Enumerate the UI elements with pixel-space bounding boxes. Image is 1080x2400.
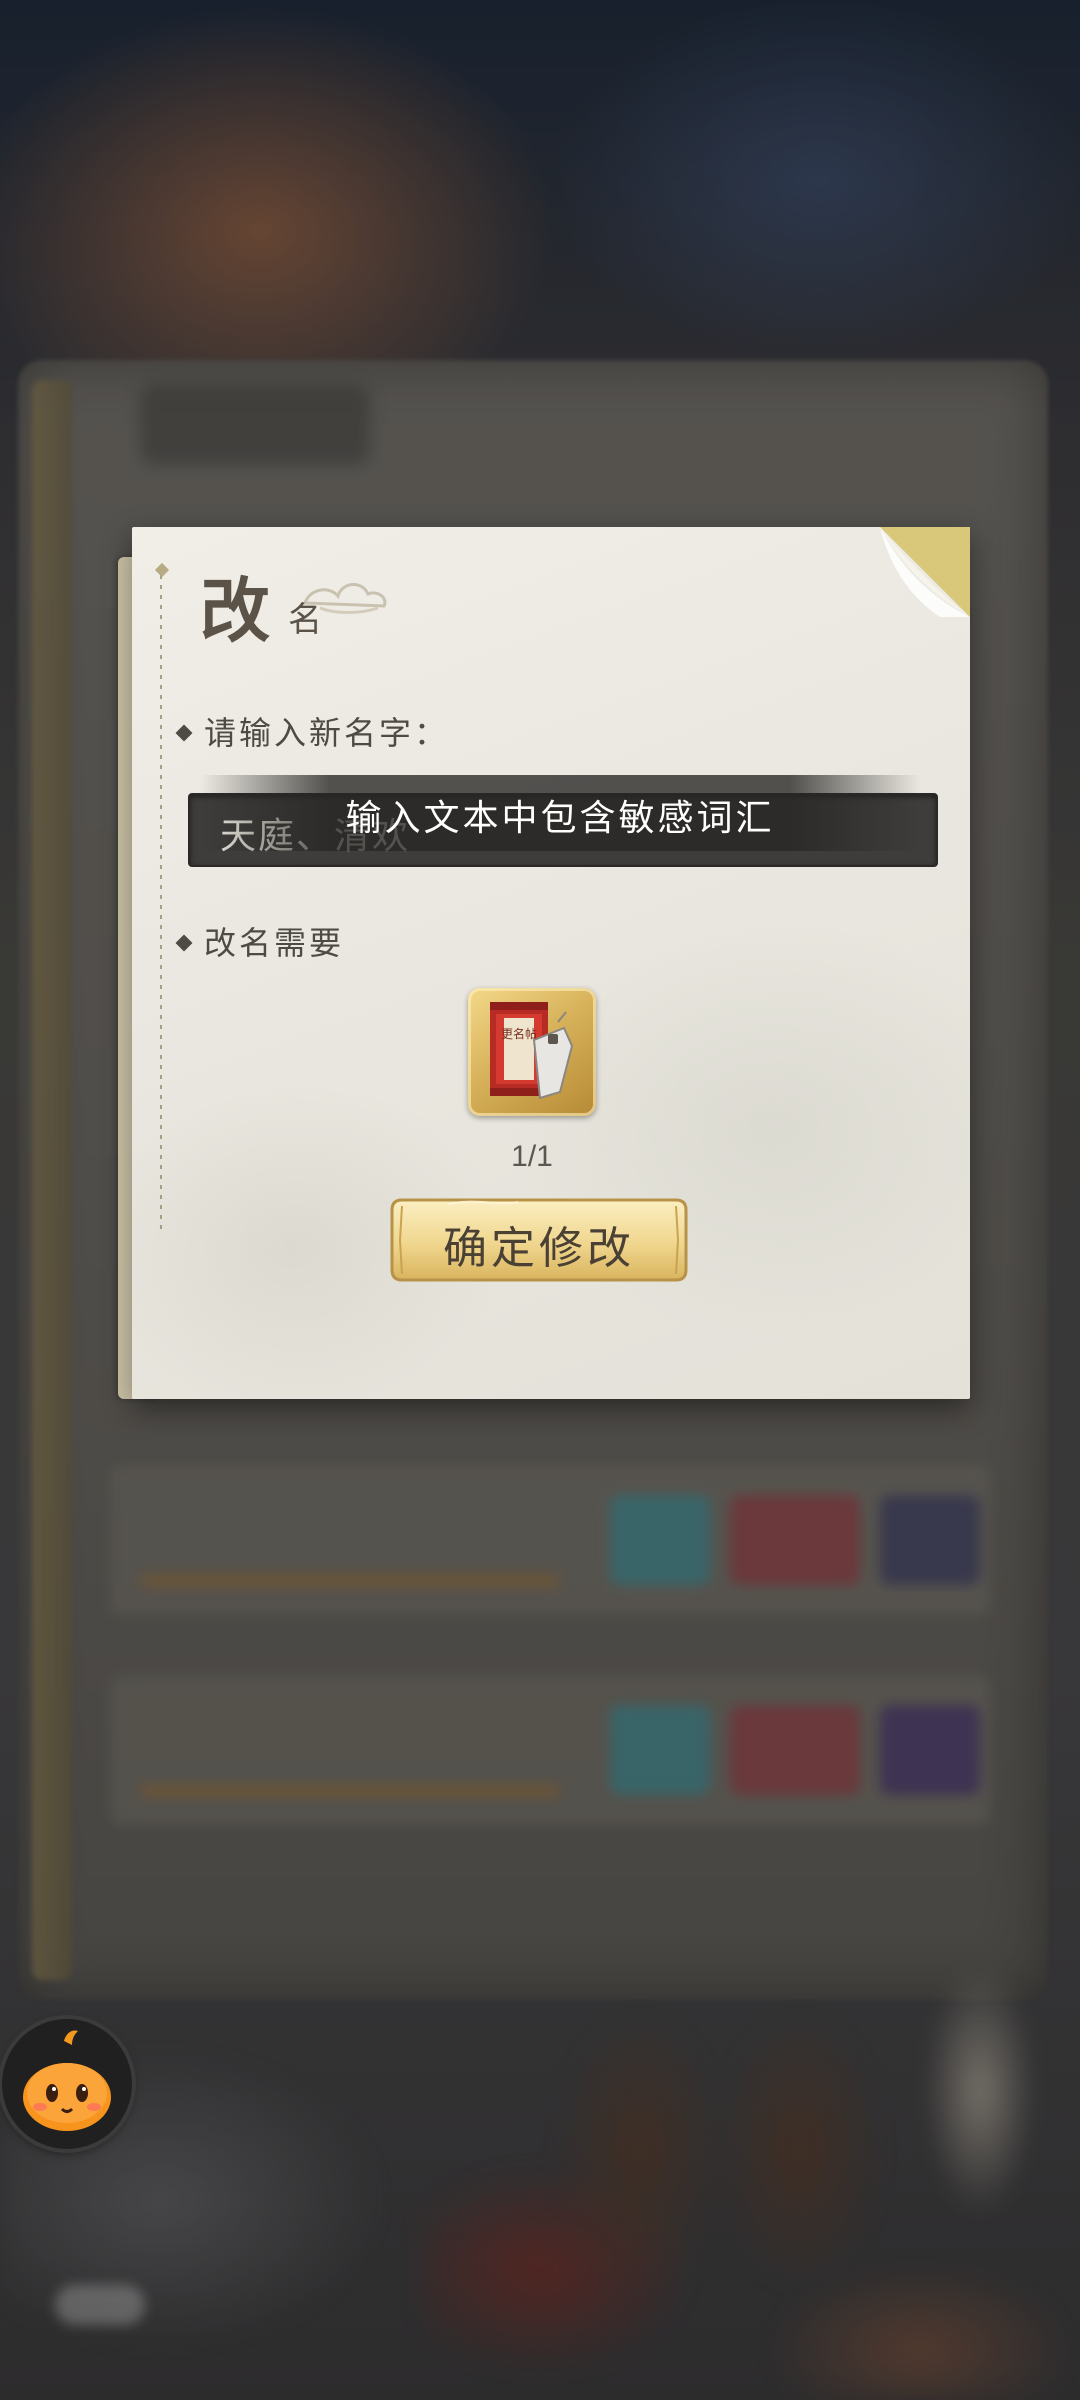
item-count: 1/1 (511, 1140, 553, 1173)
floating-assistant-button[interactable] (2, 2019, 132, 2149)
rename-card-slot[interactable]: 更名帖 (468, 988, 596, 1116)
dialog-title-suffix: 名 (288, 600, 322, 640)
confirm-button-label: 确定修改 (443, 1223, 635, 1274)
pumpkin-mascot-icon (23, 2030, 111, 2131)
dialog-title: 改 (200, 569, 272, 652)
requirement-label: 改名需要 (175, 918, 345, 964)
card-text: 更名帖 (501, 1026, 537, 1041)
bullet-diamond-icon (175, 934, 193, 951)
rename-card-icon: 更名帖 (490, 1002, 574, 1100)
requirement-label-text: 改名需要 (204, 924, 345, 962)
bullet-diamond-icon (175, 724, 193, 741)
dialog-binding-line (160, 565, 162, 1235)
background-blur-spot (55, 2285, 145, 2325)
toast-message: 输入文本中包含敏感词汇 (345, 798, 775, 839)
page-corner-fold-icon (880, 527, 970, 617)
confirm-rename-button[interactable]: 确定修改 (388, 1192, 690, 1288)
sensitive-word-toast: 输入文本中包含敏感词汇 (200, 775, 920, 851)
input-label: 请输入新名字： (175, 708, 450, 754)
input-label-text: 请输入新名字： (204, 714, 450, 752)
